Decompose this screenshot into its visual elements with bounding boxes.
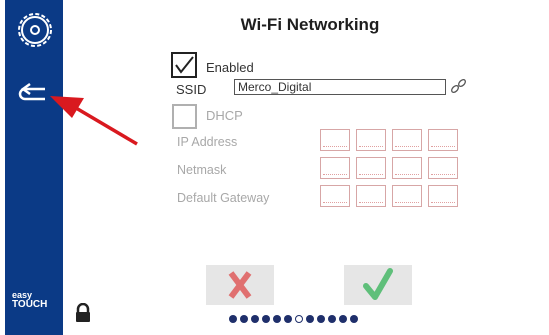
brand-line-2: TOUCH <box>12 299 48 310</box>
page-dot[interactable] <box>350 315 358 323</box>
ip-address-label: IP Address <box>177 135 238 149</box>
page-dot[interactable] <box>229 315 237 323</box>
netmask-octet-1[interactable] <box>320 157 350 179</box>
annotation-arrow <box>50 96 138 146</box>
back-button[interactable] <box>15 82 55 108</box>
check-icon <box>363 268 393 300</box>
page-dot[interactable] <box>240 315 248 323</box>
page-dot[interactable] <box>317 315 325 323</box>
gateway-octet-4[interactable] <box>428 185 458 207</box>
page-dot[interactable] <box>306 315 314 323</box>
link-icon[interactable] <box>448 77 470 95</box>
back-arrow-icon <box>18 82 45 101</box>
netmask-octet-2[interactable] <box>356 157 386 179</box>
netmask-octet-3[interactable] <box>392 157 422 179</box>
lock-icon[interactable] <box>74 302 92 323</box>
brand-logo: easy TOUCH <box>12 290 60 310</box>
gateway-octet-2[interactable] <box>356 185 386 207</box>
page-dot[interactable] <box>262 315 270 323</box>
page-dot[interactable] <box>284 315 292 323</box>
gear-icon[interactable] <box>11 6 59 54</box>
page-title: Wi-Fi Networking <box>240 15 380 34</box>
ip-octet-3[interactable] <box>392 129 422 151</box>
page-indicator <box>229 314 358 324</box>
sidebar: easy TOUCH <box>5 0 63 335</box>
ssid-label: SSID <box>176 82 207 97</box>
gateway-label: Default Gateway <box>177 191 270 205</box>
enabled-label: Enabled <box>206 60 254 75</box>
dhcp-checkbox[interactable] <box>172 104 197 129</box>
ssid-input[interactable] <box>234 79 446 95</box>
ok-button[interactable] <box>344 265 412 305</box>
gateway-octet-1[interactable] <box>320 185 350 207</box>
checkmark-icon <box>175 56 194 74</box>
enabled-checkbox[interactable] <box>171 52 197 78</box>
ip-octet-2[interactable] <box>356 129 386 151</box>
cancel-button[interactable] <box>206 265 274 305</box>
page-dot-current[interactable] <box>295 315 303 323</box>
page-dot[interactable] <box>328 315 336 323</box>
page-dot[interactable] <box>273 315 281 323</box>
ip-octet-1[interactable] <box>320 129 350 151</box>
ip-octet-4[interactable] <box>428 129 458 151</box>
netmask-label: Netmask <box>177 163 227 177</box>
page-dot[interactable] <box>339 315 347 323</box>
x-icon <box>228 271 252 299</box>
netmask-octet-4[interactable] <box>428 157 458 179</box>
dhcp-label: DHCP <box>206 108 243 123</box>
page-dot[interactable] <box>251 315 259 323</box>
gateway-octet-3[interactable] <box>392 185 422 207</box>
